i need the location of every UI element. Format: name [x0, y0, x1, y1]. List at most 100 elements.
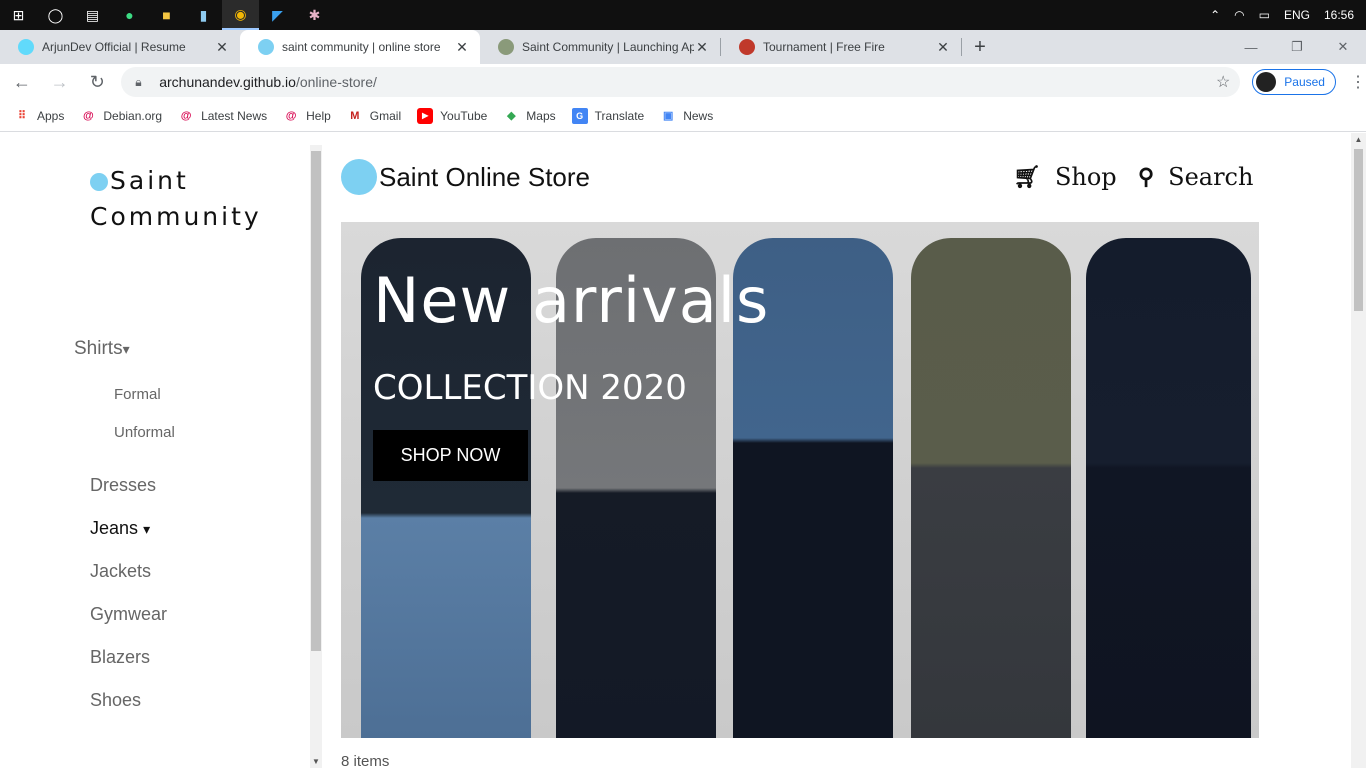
scrollbar-thumb[interactable]: [311, 151, 321, 651]
lock-icon[interactable]: 🔒︎: [135, 75, 149, 90]
sidebar-item-formal[interactable]: Formal: [114, 386, 161, 403]
chevron-up-icon[interactable]: ⌃: [1210, 8, 1220, 22]
bookmark-apps[interactable]: ⠿ Apps: [14, 108, 64, 124]
sidebar-item-label: Shoes: [90, 690, 142, 710]
close-icon[interactable]: ✕: [694, 39, 710, 56]
bookmark-label: YouTube: [440, 108, 488, 123]
tab-online-store[interactable]: saint community | online store ✕: [240, 30, 480, 64]
web-page: Saint Community Shirts▾ Formal Unformal …: [0, 133, 1366, 770]
saint-logo-icon: [90, 173, 108, 191]
file-explorer-icon[interactable]: ■: [148, 0, 185, 30]
sidebar-item-dresses[interactable]: Dresses: [90, 475, 156, 496]
tab-title: saint community | online store: [282, 40, 441, 54]
sidebar-item-unformal[interactable]: Unformal: [114, 424, 175, 441]
notepad-icon[interactable]: ▮: [185, 0, 222, 30]
item-count: 8 items: [341, 753, 390, 770]
youtube-icon: ▶: [417, 107, 434, 124]
main-content: Saint Online Store 🛒︎ Shop ⚲ Search New …: [325, 133, 1351, 770]
forward-arrow-icon[interactable]: →: [44, 66, 76, 98]
windows-taskbar: ⊞ ◯ ▤ ● ■ ▮ ◉ ◤ ✱ ⌃ ◠ ▭ ENG 16:56: [0, 0, 1366, 30]
search-icon: ⚲: [1138, 164, 1155, 190]
vscode-icon[interactable]: ◤: [259, 0, 296, 30]
tab-launching[interactable]: Saint Community | Launching Ap ✕: [480, 30, 720, 64]
close-window-icon[interactable]: ✕: [1320, 30, 1366, 64]
clock[interactable]: 16:56: [1324, 8, 1354, 22]
back-arrow-icon[interactable]: ←: [6, 66, 38, 98]
model-figure: [1086, 238, 1251, 738]
profile-button[interactable]: Paused: [1252, 69, 1336, 95]
bookmark-translate[interactable]: G Translate: [571, 107, 645, 124]
new-tab-button[interactable]: +: [962, 30, 998, 64]
language-indicator[interactable]: ENG: [1284, 8, 1310, 22]
sidebar-item-label: Unformal: [114, 424, 175, 441]
site-title[interactable]: Saint Online Store: [341, 159, 590, 195]
bookmark-youtube[interactable]: ▶ YouTube: [417, 107, 488, 124]
shop-now-button[interactable]: SHOP NOW: [373, 430, 528, 481]
scroll-down-arrow-icon[interactable]: ▼: [310, 757, 322, 766]
window-controls: — ❐ ✕: [1228, 30, 1366, 64]
brand-logo[interactable]: Saint Community: [90, 163, 262, 235]
reload-icon[interactable]: ↻: [81, 66, 113, 98]
page-scrollbar[interactable]: ▲: [1351, 133, 1366, 768]
nav-search[interactable]: ⚲ Search: [1138, 163, 1253, 191]
scroll-up-arrow-icon[interactable]: ▲: [1351, 135, 1366, 144]
sidebar-item-blazers[interactable]: Blazers: [90, 647, 150, 668]
restore-icon[interactable]: ❐: [1274, 30, 1320, 64]
tab-strip: ArjunDev Official | Resume ✕ saint commu…: [0, 30, 1366, 64]
hero-title: New arrivals: [373, 264, 770, 337]
url-text[interactable]: archunandev.github.io/online-store/: [159, 74, 1216, 90]
cortana-search-icon[interactable]: ◯: [37, 0, 74, 30]
bookmarks-bar: ⠿ Apps @ Debian.org @ Latest News @ Help…: [0, 100, 1366, 132]
debian-icon: @: [82, 109, 94, 122]
nav-shop-label: Shop: [1054, 163, 1117, 191]
site-title-text: Saint Online Store: [379, 161, 591, 192]
close-icon[interactable]: ✕: [935, 39, 951, 56]
url-path: /online-store/: [295, 74, 377, 90]
bookmark-star-icon[interactable]: ☆: [1216, 72, 1230, 92]
debian-icon: @: [285, 109, 297, 122]
debian-icon: @: [180, 109, 192, 122]
kebab-menu-icon[interactable]: ⋮: [1350, 72, 1366, 92]
bookmark-label: Apps: [37, 108, 65, 123]
sidebar-item-shoes[interactable]: Shoes: [90, 690, 141, 711]
sidebar-item-label: Blazers: [90, 647, 151, 667]
brand-line-2: Community: [90, 202, 262, 231]
address-bar[interactable]: 🔒︎ archunandev.github.io/online-store/ ☆: [121, 67, 1241, 97]
bookmark-debian[interactable]: @ Debian.org: [80, 108, 162, 124]
bookmark-gmail[interactable]: M Gmail: [347, 108, 401, 124]
sidebar-scrollbar[interactable]: ▼: [310, 145, 322, 768]
bookmark-news[interactable]: ▣ News: [660, 108, 713, 124]
scrollbar-thumb[interactable]: [1354, 149, 1363, 311]
saint-logo-icon: [341, 159, 377, 195]
wifi-icon[interactable]: ◠: [1234, 8, 1244, 22]
bookmark-label: Translate: [594, 108, 645, 123]
tab-tournament[interactable]: Tournament | Free Fire ✕: [721, 30, 961, 64]
chrome-icon[interactable]: ◉: [222, 0, 259, 30]
bookmark-maps[interactable]: ◆ Maps: [503, 108, 556, 124]
task-view-icon[interactable]: ▤: [74, 0, 111, 30]
bookmark-label: Maps: [526, 108, 556, 123]
saint-avatar-icon: [498, 39, 514, 55]
close-icon[interactable]: ✕: [214, 39, 230, 56]
sidebar-item-label: Formal: [114, 386, 161, 403]
minimize-icon[interactable]: —: [1228, 30, 1274, 64]
bookmark-label: Help: [306, 108, 331, 123]
tab-resume[interactable]: ArjunDev Official | Resume ✕: [0, 30, 240, 64]
windows-start-icon[interactable]: ⊞: [0, 0, 37, 30]
close-icon[interactable]: ✕: [454, 39, 470, 56]
sidebar-item-label: Dresses: [90, 475, 157, 495]
slack-icon[interactable]: ✱: [296, 0, 333, 30]
nav-shop[interactable]: 🛒︎ Shop: [1013, 163, 1117, 191]
sidebar-item-shirts[interactable]: Shirts▾: [74, 338, 130, 360]
bookmark-latest-news[interactable]: @ Latest News: [178, 108, 267, 124]
gmail-icon: M: [350, 109, 360, 122]
sidebar-item-jeans[interactable]: Jeans ▾: [90, 518, 150, 539]
browser-toolbar: ← → ↻ 🔒︎ archunandev.github.io/online-st…: [0, 64, 1366, 100]
bookmark-help[interactable]: @ Help: [283, 108, 331, 124]
saint-logo-icon: [258, 39, 274, 55]
battery-icon[interactable]: ▭: [1259, 8, 1270, 22]
react-icon: [18, 39, 34, 55]
sidebar-item-jackets[interactable]: Jackets: [90, 561, 151, 582]
app-green-icon[interactable]: ●: [111, 0, 148, 30]
sidebar-item-gymwear[interactable]: Gymwear: [90, 604, 167, 625]
